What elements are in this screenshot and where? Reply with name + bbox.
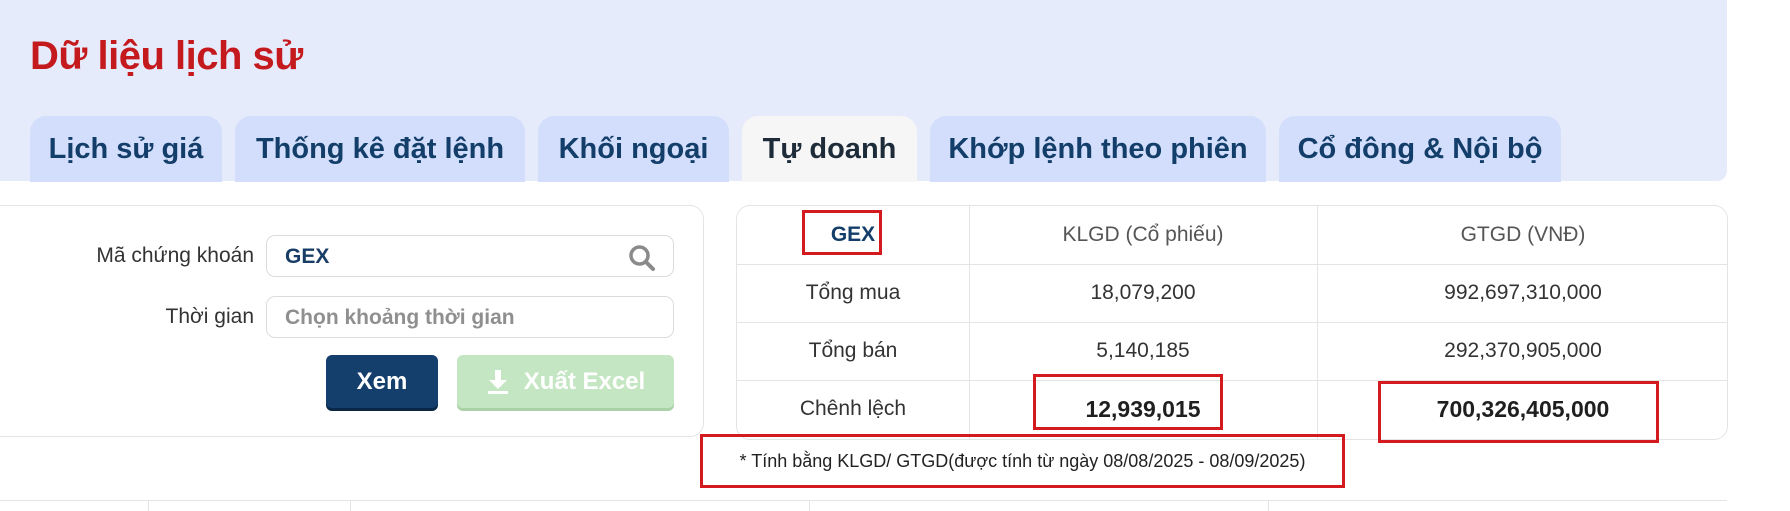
tab-shareholders-insiders[interactable]: Cổ đông & Nội bộ: [1279, 116, 1561, 182]
export-excel-label: Xuất Excel: [523, 367, 646, 395]
highlight-difference-volume: [1033, 374, 1223, 430]
total-sell-volume: 5,140,185: [1096, 339, 1190, 362]
view-button[interactable]: Xem: [326, 355, 438, 408]
highlight-difference-value: [1378, 381, 1659, 443]
download-icon: [487, 369, 508, 394]
row-label-difference: Chênh lệch: [799, 397, 907, 420]
header-value: GTGD (VNĐ): [1460, 223, 1586, 246]
export-excel-button[interactable]: Xuất Excel: [457, 355, 674, 408]
page-title: Dữ liệu lịch sử: [30, 34, 303, 78]
symbol-input-value: GEX: [285, 245, 330, 268]
total-buy-volume: 18,079,200: [1090, 281, 1196, 304]
tab-proprietary[interactable]: Tự doanh: [742, 116, 917, 182]
symbol-input[interactable]: GEX: [266, 235, 674, 277]
search-icon[interactable]: [627, 243, 657, 273]
bottom-table-top-border: [0, 500, 1727, 501]
total-sell-value: 292,370,905,000: [1444, 339, 1602, 362]
tab-matched-by-session[interactable]: Khớp lệnh theo phiên: [930, 116, 1266, 182]
highlight-ticker: [802, 210, 882, 255]
header-volume: KLGD (Cổ phiếu): [1062, 223, 1224, 246]
row-label-total-sell: Tổng bán: [808, 339, 898, 362]
symbol-label: Mã chứng khoán: [96, 244, 254, 267]
total-buy-value: 992,697,310,000: [1444, 281, 1602, 304]
time-label: Thời gian: [165, 305, 254, 328]
calculation-note: * Tính bằng KLGD/ GTGD(được tính từ ngày…: [700, 434, 1345, 488]
tab-order-statistics[interactable]: Thống kê đặt lệnh: [235, 116, 525, 182]
time-range-input[interactable]: Chọn khoảng thời gian: [266, 296, 674, 338]
tab-price-history[interactable]: Lịch sử giá: [30, 116, 222, 182]
tab-foreign[interactable]: Khối ngoại: [538, 116, 729, 182]
time-range-placeholder: Chọn khoảng thời gian: [285, 306, 515, 329]
row-label-total-buy: Tổng mua: [805, 281, 901, 304]
